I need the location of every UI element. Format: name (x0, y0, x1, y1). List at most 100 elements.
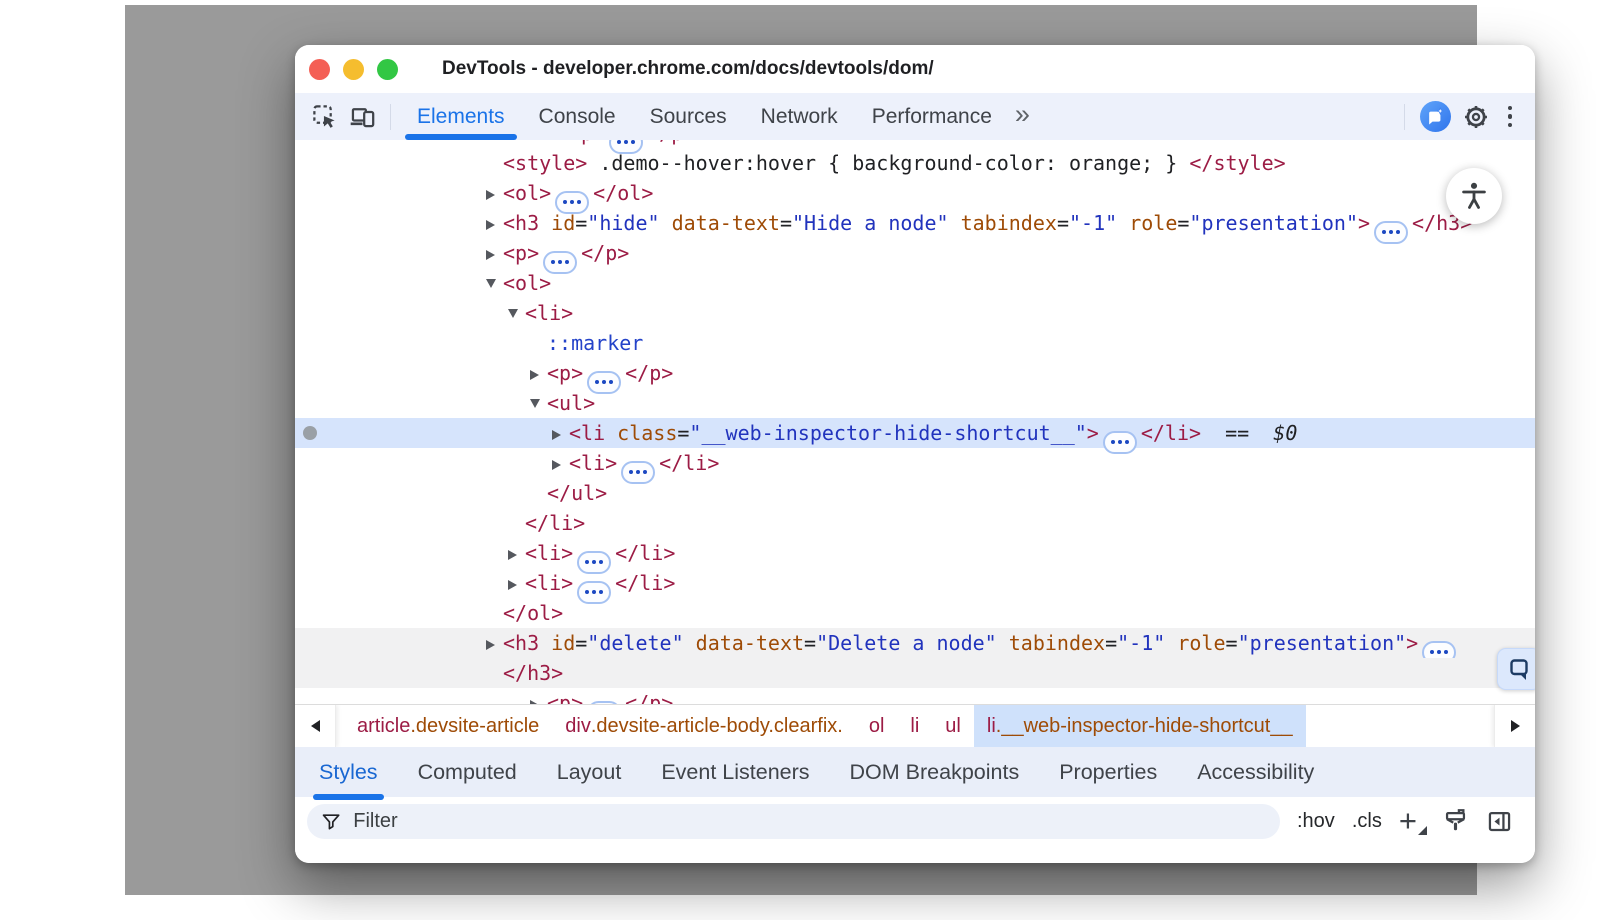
breadcrumb-item-li-web-inspector-hide-shortcut-[interactable]: li.__web-inspector-hide-shortcut__ (974, 705, 1306, 747)
dom-tree-row[interactable]: <ol></ol> (295, 178, 1535, 208)
tab-network[interactable]: Network (744, 93, 855, 140)
dom-tree-row[interactable]: <li> (295, 298, 1535, 328)
sidebar-tab-computed[interactable]: Computed (398, 747, 537, 797)
expand-arrow-icon[interactable] (552, 448, 569, 478)
filter-input[interactable] (351, 809, 1266, 834)
ai-assistance-badge-button[interactable] (1497, 648, 1535, 690)
code-segment-attr: tabindex (997, 631, 1105, 655)
breadcrumb-item-ol[interactable]: ol (856, 705, 898, 747)
tab-console[interactable]: Console (522, 93, 633, 140)
dom-tree-row[interactable]: </h3> (295, 658, 1535, 688)
dom-tree-row[interactable]: <p></p> (295, 140, 1535, 148)
new-style-rule-button[interactable]: + (1399, 811, 1425, 831)
breadcrumb-item-div-devsite-article-body-clearfix-[interactable]: div.devsite-article-body.clearfix. (552, 705, 856, 747)
sidebar-tab-layout[interactable]: Layout (537, 747, 642, 797)
zoom-button[interactable] (377, 59, 398, 80)
dom-tree-row[interactable]: <p></p> (295, 358, 1535, 388)
breadcrumb-item-li[interactable]: li (897, 705, 932, 747)
code-segment-tag: <li> (525, 541, 573, 565)
dom-tree-row[interactable]: <h3 id="delete" data-text="Delete a node… (295, 628, 1535, 658)
code-segment-tag: </li> (615, 541, 675, 565)
collapse-arrow-icon[interactable] (530, 388, 547, 418)
tab-performance[interactable]: Performance (855, 93, 1009, 140)
dom-tree-row[interactable]: <p></p> (295, 688, 1535, 704)
expand-arrow-icon[interactable] (530, 358, 547, 388)
sidebar-tab-styles[interactable]: Styles (299, 747, 398, 797)
breadcrumb-item-ul[interactable]: ul (932, 705, 974, 747)
inspect-element-button[interactable] (306, 99, 342, 135)
dom-tree-row[interactable]: <p></p> (295, 238, 1535, 268)
expand-arrow-icon[interactable] (486, 628, 503, 658)
dom-tree-row-selected[interactable]: <li class="__web-inspector-hide-shortcut… (295, 418, 1535, 448)
breadcrumb-scroll-left-button[interactable] (295, 705, 336, 747)
code-segment-tag: <p> (503, 241, 539, 265)
settings-button[interactable] (1458, 99, 1494, 135)
code-segment-txt: .demo--hover:hover { background-color: o… (587, 151, 1189, 175)
code-segment-val: "presentation" (1238, 631, 1407, 655)
collapse-arrow-icon[interactable] (486, 268, 503, 298)
dom-tree-row[interactable]: <ol> (295, 268, 1535, 298)
dom-tree-row[interactable]: </ul> (295, 478, 1535, 508)
dom-tree-row[interactable]: <style> .demo--hover:hover { background-… (295, 148, 1535, 178)
breadcrumb-item-article-devsite-article[interactable]: article.devsite-article (344, 705, 552, 747)
toggle-sidebar-button[interactable] (1486, 808, 1513, 835)
more-options-button[interactable] (1495, 106, 1526, 128)
code-segment-txt: = (804, 631, 816, 655)
code-segment-txt: = (780, 211, 792, 235)
expand-arrow-icon[interactable] (508, 538, 525, 568)
dom-tree-row[interactable]: </ol> (295, 598, 1535, 628)
dom-tree-row[interactable]: <li> </li> (295, 538, 1535, 568)
dom-tree-row[interactable]: ::marker (295, 328, 1535, 358)
code-segment-tag: <p> (569, 140, 605, 145)
code-segment-dollar: $0 (1273, 421, 1297, 445)
dom-tree-row[interactable]: </li> (295, 508, 1535, 538)
breadcrumb-scroll-right-button[interactable] (1494, 705, 1535, 747)
scroll-right-icon (1511, 720, 1520, 732)
expand-arrow-icon[interactable] (530, 688, 547, 704)
scroll-left-icon (311, 720, 320, 732)
tab-sources[interactable]: Sources (633, 93, 744, 140)
sidebar-tab-event-listeners[interactable]: Event Listeners (641, 747, 829, 797)
breadcrumb: article.devsite-articlediv.devsite-artic… (336, 705, 1494, 747)
ellipsis-expand-icon[interactable] (587, 701, 621, 705)
dom-tree-row[interactable]: <li></li> (295, 568, 1535, 598)
accessibility-overlay-button[interactable] (1446, 168, 1502, 224)
code-segment-txt: == (1201, 421, 1273, 445)
dom-tree-row[interactable]: <h3 id="hide" data-text="Hide a node" ta… (295, 208, 1535, 238)
code-segment-txt: = (1057, 211, 1069, 235)
close-button[interactable] (309, 59, 330, 80)
sidebar-tab-dom-breakpoints[interactable]: DOM Breakpoints (830, 747, 1040, 797)
code-segment-attr: id (539, 211, 575, 235)
code-segment-tag: <li> (569, 451, 617, 475)
expand-arrow-icon[interactable] (486, 178, 503, 208)
code-segment-txt: = (575, 211, 587, 235)
code-segment-tag: </li> (615, 571, 675, 595)
rendering-emulation-button[interactable] (1442, 808, 1469, 835)
more-tabs-button[interactable]: » (1009, 99, 1042, 134)
code-segment-tag: > (1087, 421, 1099, 445)
expand-arrow-icon[interactable] (508, 568, 525, 598)
expand-arrow-icon[interactable] (486, 208, 503, 238)
code-segment-tag: </h3> (503, 661, 563, 685)
expand-arrow-icon[interactable] (486, 238, 503, 268)
rendering-brush-icon (1442, 808, 1469, 835)
sidebar-tab-accessibility[interactable]: Accessibility (1177, 747, 1334, 797)
expand-arrow-icon[interactable] (552, 418, 569, 448)
ai-assistance-button[interactable] (1420, 101, 1451, 132)
device-toolbar-button[interactable] (344, 99, 380, 135)
tab-elements[interactable]: Elements (400, 93, 522, 140)
dom-tree-row[interactable]: <ul> (295, 388, 1535, 418)
styles-filter[interactable] (307, 804, 1280, 839)
code-segment-tag: <li (569, 421, 605, 445)
dom-tree-row[interactable]: <li></li> (295, 448, 1535, 478)
panel-tab-bar: ElementsConsoleSourcesNetworkPerformance (400, 93, 1009, 140)
code-segment-txt: = (1105, 631, 1117, 655)
minimize-button[interactable] (343, 59, 364, 80)
code-segment-tag: <p> (547, 361, 583, 385)
collapse-arrow-icon[interactable] (508, 298, 525, 328)
sidebar-tab-properties[interactable]: Properties (1039, 747, 1177, 797)
sidebar-tab-bar: StylesComputedLayoutEvent ListenersDOM B… (295, 747, 1535, 797)
code-segment-val: "presentation" (1189, 211, 1358, 235)
toggle-element-state-button[interactable]: :hov (1297, 810, 1335, 833)
element-classes-button[interactable]: .cls (1352, 810, 1382, 833)
